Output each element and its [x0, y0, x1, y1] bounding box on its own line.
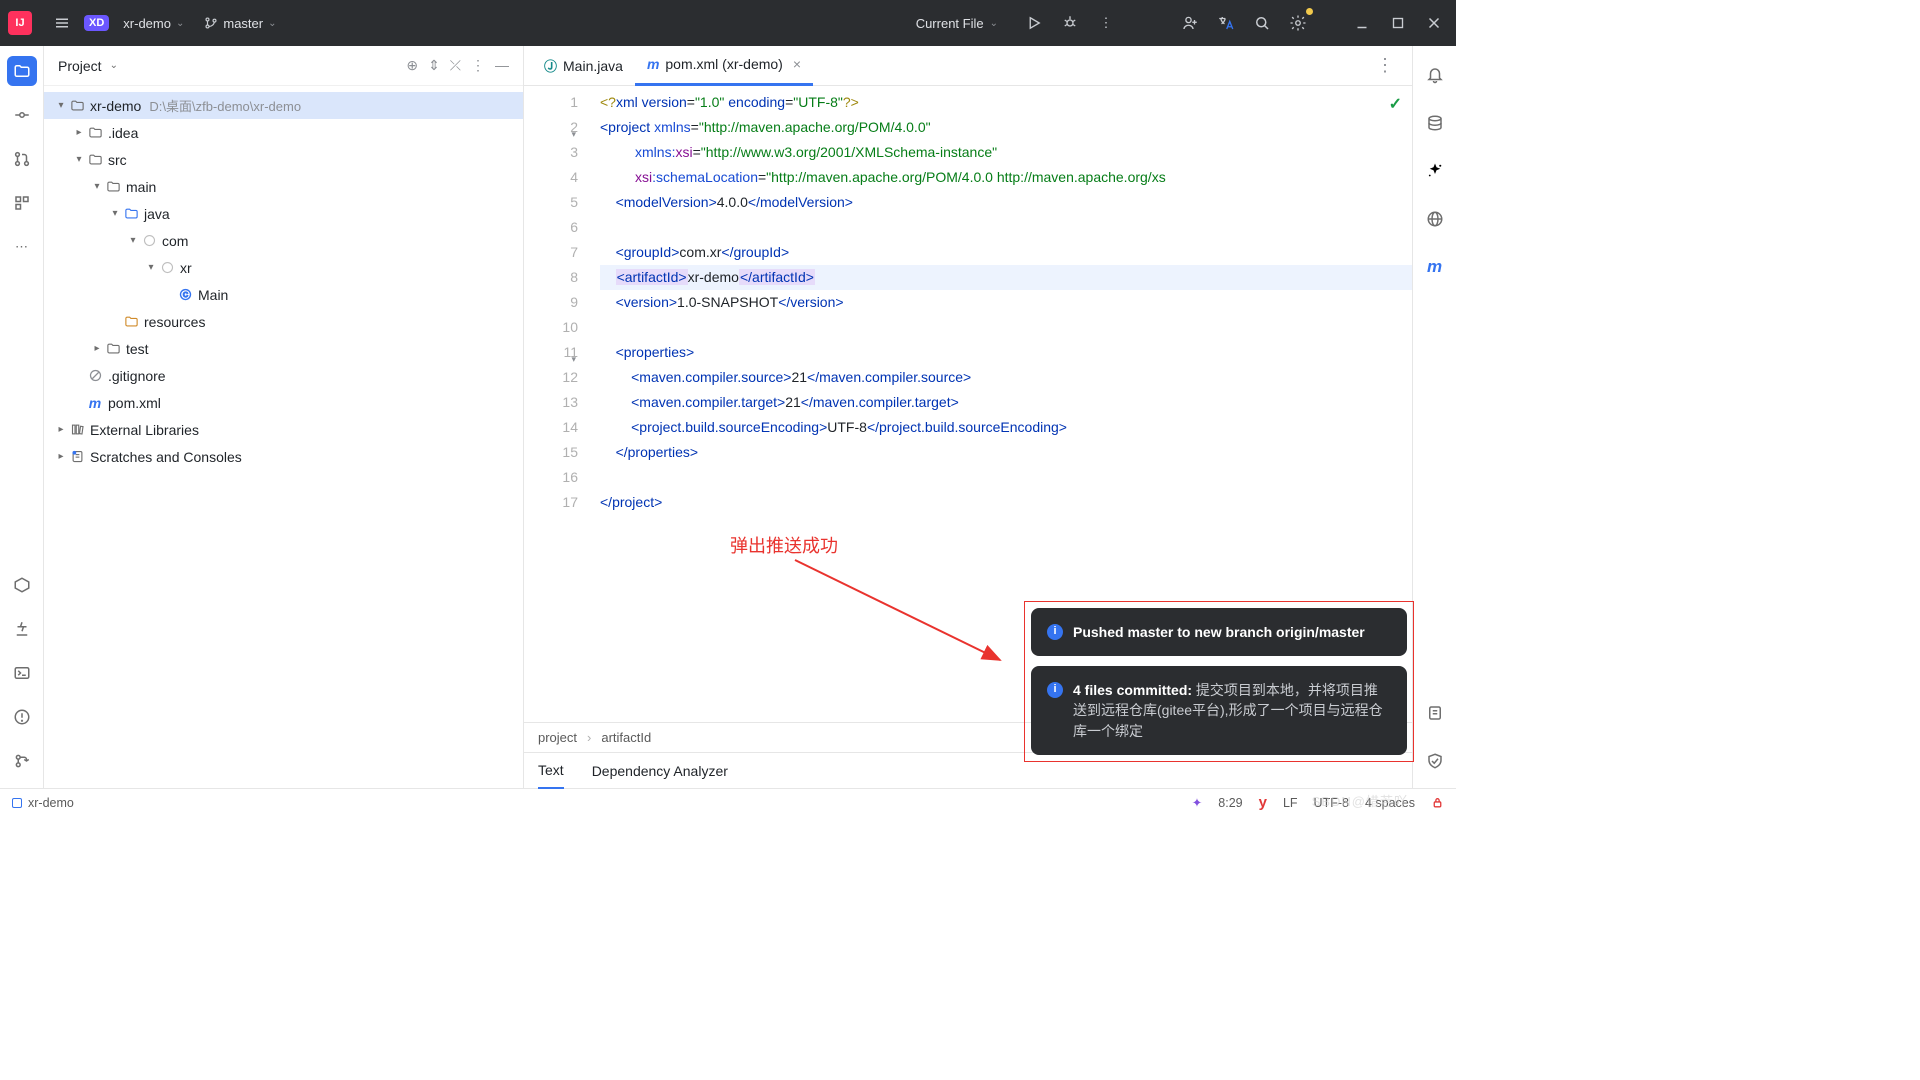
project-tool-icon[interactable]	[7, 56, 37, 86]
project-tree[interactable]: ▾xr-demoD:\桌面\zfb-demo\xr-demo▸.idea▾src…	[44, 86, 523, 788]
tree-row[interactable]: ▸.idea	[44, 119, 523, 146]
branch-selector[interactable]: master⌄	[198, 12, 282, 35]
problems-icon[interactable]	[7, 702, 37, 732]
folder-icon	[86, 152, 104, 167]
maximize-icon[interactable]	[1384, 9, 1412, 37]
annotation-text: 弹出推送成功	[730, 532, 838, 558]
watermark: SBDN@惜若吖	[1312, 791, 1408, 810]
shield-icon[interactable]	[1420, 746, 1450, 776]
debug-icon[interactable]	[1056, 9, 1084, 37]
minimize-icon[interactable]	[1348, 9, 1376, 37]
commit-tool-icon[interactable]	[7, 100, 37, 130]
web-icon[interactable]	[1420, 204, 1450, 234]
app-logo: IJ	[8, 11, 32, 35]
folder-icon	[104, 341, 122, 356]
more-tools-icon[interactable]: ⋯	[7, 232, 37, 262]
translate-icon[interactable]	[1212, 9, 1240, 37]
folder-src-icon	[122, 206, 140, 221]
tab-close-icon[interactable]: ×	[793, 56, 801, 72]
ai-status-icon[interactable]: ✦	[1192, 795, 1202, 810]
tree-row[interactable]: ▸Scratches and Consoles	[44, 443, 523, 470]
tree-row[interactable]: ▾java	[44, 200, 523, 227]
settings-icon[interactable]	[1284, 9, 1312, 37]
notifications-panel: i Pushed master to new branch origin/mas…	[1024, 601, 1414, 762]
editor-tab[interactable]: ⒿMain.java	[532, 46, 635, 86]
tree-row[interactable]: ▾xr-demoD:\桌面\zfb-demo\xr-demo	[44, 92, 523, 119]
left-rail: ⋯	[0, 46, 44, 788]
lib-icon	[68, 422, 86, 437]
select-opened-icon[interactable]: ⊕	[406, 57, 418, 74]
coverage-icon[interactable]	[1420, 698, 1450, 728]
editor-tabs: ⒿMain.javampom.xml (xr-demo)× ⋮	[524, 46, 1412, 86]
titlebar: IJ XD xr-demo⌄ master⌄ Current File⌄ ⋮	[0, 0, 1456, 46]
services-icon[interactable]	[7, 570, 37, 600]
folder-icon	[104, 179, 122, 194]
status-lf[interactable]: LF	[1283, 796, 1298, 810]
tree-row[interactable]: ▾src	[44, 146, 523, 173]
pull-requests-icon[interactable]	[7, 144, 37, 174]
tree-row[interactable]: ▾xr	[44, 254, 523, 281]
status-project[interactable]: xr-demo	[28, 796, 74, 810]
code-with-me-icon[interactable]	[1176, 9, 1204, 37]
search-icon[interactable]	[1248, 9, 1276, 37]
editor-subtab[interactable]: Dependency Analyzer	[592, 753, 728, 789]
sidebar-more-icon[interactable]: ⋮	[471, 57, 485, 74]
run-config[interactable]: Current File⌄	[906, 12, 1008, 35]
hide-sidebar-icon[interactable]: —	[495, 57, 509, 74]
tree-row[interactable]: .gitignore	[44, 362, 523, 389]
notifications-icon[interactable]	[1420, 60, 1450, 90]
tabs-more-icon[interactable]: ⋮	[1366, 55, 1404, 76]
info-icon: i	[1047, 624, 1063, 640]
terminal-icon[interactable]	[7, 658, 37, 688]
right-rail: m	[1412, 46, 1456, 788]
notification[interactable]: i 4 files committed: 提交项目到本地，并将项目推送到远程仓库…	[1031, 666, 1407, 755]
xd-badge: XD	[84, 15, 109, 31]
folder-icon	[86, 125, 104, 140]
status-position[interactable]: 8:29	[1218, 796, 1242, 810]
tree-row[interactable]: ▾main	[44, 173, 523, 200]
more-icon[interactable]: ⋮	[1092, 9, 1120, 37]
folder-root-icon	[68, 98, 86, 113]
build-icon[interactable]	[7, 614, 37, 644]
run-icon[interactable]	[1020, 9, 1048, 37]
git-icon[interactable]	[7, 746, 37, 776]
project-sidebar: Project ⌄ ⊕ ⇕ ⤫ ⋮ — ▾xr-demoD:\桌面\zfb-de…	[44, 46, 524, 788]
tool-windows-icon[interactable]	[12, 798, 22, 808]
project-selector[interactable]: xr-demo⌄	[117, 12, 190, 35]
inspection-ok-icon: ✓	[1389, 92, 1402, 117]
package-icon	[140, 233, 158, 248]
tree-row[interactable]: ▾com	[44, 227, 523, 254]
menu-icon[interactable]	[48, 9, 76, 37]
scratch-icon	[68, 449, 86, 464]
status-lock-icon[interactable]	[1431, 796, 1444, 809]
editor-subtab[interactable]: Text	[538, 753, 564, 789]
gitignore-icon	[86, 368, 104, 383]
package-icon	[158, 260, 176, 275]
status-y[interactable]: y	[1259, 794, 1267, 811]
collapse-all-icon[interactable]: ⤫	[450, 57, 461, 74]
editor-tab[interactable]: mpom.xml (xr-demo)×	[635, 46, 813, 86]
info-icon: i	[1047, 682, 1063, 698]
tree-row[interactable]: ▸External Libraries	[44, 416, 523, 443]
statusbar: xr-demo ✦ 8:29 y LF UTF-8 4 spaces	[0, 788, 1456, 816]
structure-tool-icon[interactable]	[7, 188, 37, 218]
tree-row[interactable]: ▸test	[44, 335, 523, 362]
maven-icon: m	[86, 395, 104, 411]
tree-row[interactable]: CMain	[44, 281, 523, 308]
notification[interactable]: i Pushed master to new branch origin/mas…	[1031, 608, 1407, 656]
database-icon[interactable]	[1420, 108, 1450, 138]
class-icon: C	[176, 287, 194, 302]
svg-text:C: C	[183, 292, 188, 299]
tree-row[interactable]: resources	[44, 308, 523, 335]
ai-icon[interactable]	[1420, 156, 1450, 186]
tree-row[interactable]: mpom.xml	[44, 389, 523, 416]
maven-tool-icon[interactable]: m	[1420, 252, 1450, 282]
folder-res-icon	[122, 314, 140, 329]
expand-all-icon[interactable]: ⇕	[428, 57, 440, 74]
close-icon[interactable]	[1420, 9, 1448, 37]
sidebar-title: Project	[58, 58, 102, 74]
gutter: 12▾34567891011▾121314151617	[524, 86, 596, 722]
